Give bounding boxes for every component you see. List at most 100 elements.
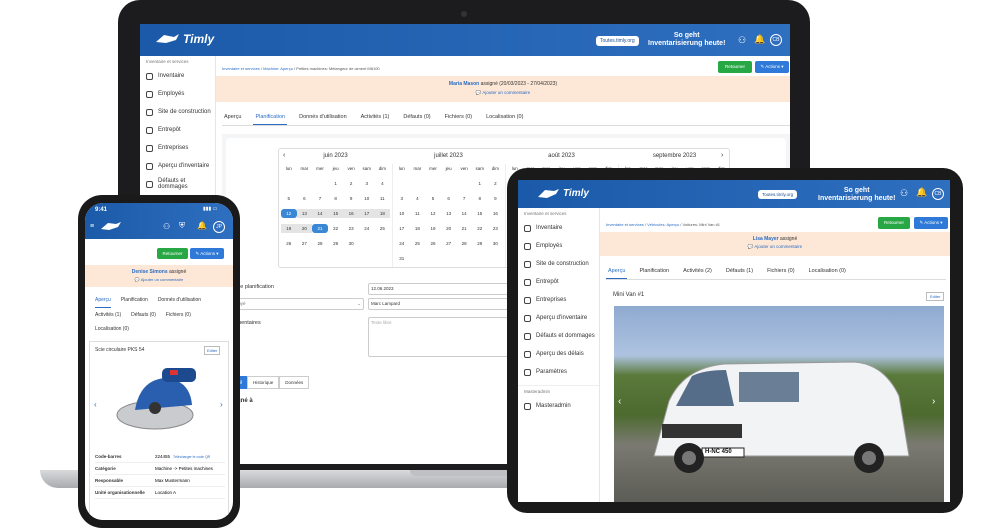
calendar-day[interactable]: 10 [359, 194, 375, 203]
sidebar-item[interactable]: Site de construction [140, 103, 215, 121]
avatar[interactable]: JP [213, 221, 225, 233]
calendar-day[interactable]: 11 [375, 194, 391, 203]
tools-button[interactable]: Toutes.timly.org [596, 36, 639, 46]
tab[interactable]: Planification [121, 293, 148, 307]
tab[interactable]: Activités (1) [95, 308, 121, 322]
tab[interactable]: Fichiers (0) [166, 308, 191, 322]
calendar-day[interactable]: 1 [328, 179, 344, 188]
edit-button[interactable]: Editer [926, 292, 945, 301]
calendar-day[interactable]: 2 [343, 179, 359, 188]
calendar-day[interactable]: 19 [281, 224, 297, 233]
calendar-day[interactable]: 27 [441, 239, 457, 248]
calendar-day[interactable]: 29 [472, 239, 488, 248]
tab[interactable]: Défauts (0) [401, 110, 432, 125]
calendar-day[interactable]: 12 [425, 209, 441, 218]
bell-icon[interactable]: 🔔 [754, 34, 765, 45]
sidebar-item[interactable]: Entreprises [140, 139, 215, 157]
calendar-day[interactable]: 11 [410, 209, 426, 218]
return-button[interactable]: Retourner [718, 61, 752, 73]
logo[interactable]: Timly [536, 187, 589, 200]
calendar-day[interactable]: 9 [488, 194, 504, 203]
crumb-2[interactable]: Véhicules: Aperçu [647, 222, 679, 227]
calendar-day[interactable]: 10 [394, 209, 410, 218]
sidebar-item[interactable]: Masteradmin [518, 397, 599, 415]
calendar-day[interactable]: 30 [488, 239, 504, 248]
calendar-day[interactable]: 25 [410, 239, 426, 248]
calendar-day[interactable]: 18 [374, 209, 391, 218]
calendar-day[interactable]: 7 [312, 194, 328, 203]
employee-value[interactable]: Marc Lampard [368, 298, 508, 310]
calendar-day[interactable]: 15 [472, 209, 488, 218]
tab[interactable]: Planification [637, 264, 671, 279]
tab[interactable]: Fichiers (0) [765, 264, 797, 279]
subtab-history[interactable]: Historique [247, 376, 280, 389]
calendar-day[interactable]: 22 [328, 224, 344, 233]
sidebar-item[interactable]: Aperçu des délais [518, 345, 599, 363]
calendar-day[interactable]: 17 [358, 209, 375, 218]
calendar-day[interactable]: 24 [394, 239, 410, 248]
sidebar-item[interactable]: Aperçu d'inventaire [518, 309, 599, 327]
calendar-day[interactable]: 14 [312, 209, 328, 218]
assignee-name[interactable]: Denise Simons [132, 269, 168, 275]
calendar-day[interactable]: 21 [312, 224, 328, 233]
bell-icon[interactable]: 🔔 [916, 187, 927, 198]
bell-icon[interactable]: 🔔 [197, 221, 207, 230]
calendar-day[interactable]: 8 [472, 194, 488, 203]
calendar-day[interactable]: 16 [488, 209, 504, 218]
actions-button[interactable]: ✎ Actions ▾ [755, 61, 789, 73]
calendar-day[interactable]: 5 [425, 194, 441, 203]
tab[interactable]: Activités (2) [681, 264, 714, 279]
calendar-day[interactable]: 2 [488, 179, 504, 188]
sidebar-item[interactable]: Paramètres [518, 363, 599, 381]
assignee-name[interactable]: Lisa Mayer [753, 236, 779, 242]
assignee-name[interactable]: Maria Mason [449, 81, 479, 87]
calendar-day[interactable]: 21 [456, 224, 472, 233]
calendar-day[interactable]: 3 [394, 194, 410, 203]
calendar-day[interactable]: 8 [328, 194, 344, 203]
employee-select[interactable]: mployé⌄ [228, 298, 364, 310]
tab[interactable]: Défauts (0) [131, 308, 156, 322]
calendar-day[interactable]: 14 [456, 209, 472, 218]
calendar-day[interactable]: 23 [343, 224, 359, 233]
prev-image-icon[interactable]: ‹ [618, 396, 621, 407]
return-button[interactable]: Retourner [157, 248, 188, 259]
subtab-data[interactable]: Données [279, 376, 310, 389]
tab[interactable]: Activités (1) [359, 110, 392, 125]
tab[interactable]: Localisation (0) [807, 264, 848, 279]
crumb-2[interactable]: Machine: Aperçu [263, 66, 293, 71]
tab[interactable]: Aperçu [222, 110, 243, 125]
calendar-day[interactable]: 6 [441, 194, 457, 203]
logo-icon[interactable] [99, 220, 123, 232]
calendar-day[interactable]: 27 [297, 239, 313, 248]
people-icon[interactable]: ⚇ [738, 35, 746, 46]
sidebar-item[interactable]: Défauts et dommages [518, 327, 599, 345]
sidebar-item[interactable]: Site de construction [518, 255, 599, 273]
calendar-day[interactable]: 15 [327, 209, 344, 218]
comments-textarea[interactable]: Texte libre [368, 317, 508, 357]
calendar-day[interactable]: 13 [296, 209, 313, 218]
calendar-day[interactable]: 16 [343, 209, 359, 218]
calendar-day[interactable]: 4 [375, 179, 391, 188]
prev-image-icon[interactable]: ‹ [94, 400, 97, 409]
calendar-day[interactable]: 25 [375, 224, 391, 233]
sidebar-item[interactable]: Inventaire [518, 219, 599, 237]
sidebar-item[interactable]: Entrepôt [518, 273, 599, 291]
shield-icon[interactable]: ⛨ [179, 221, 185, 231]
calendar-day[interactable]: 24 [359, 224, 375, 233]
calendar-day[interactable]: 23 [488, 224, 504, 233]
sidebar-item[interactable]: Employés [140, 85, 215, 103]
calendar-day[interactable]: 19 [425, 224, 441, 233]
calendar-day[interactable]: 26 [425, 239, 441, 248]
tab[interactable]: Donnés d'utilisation [297, 110, 349, 125]
calendar-day[interactable]: 3 [359, 179, 375, 188]
sidebar-item[interactable]: Inventaire [140, 67, 215, 85]
tab[interactable]: Fichiers (0) [443, 110, 475, 125]
return-button[interactable]: Retourner [878, 217, 910, 229]
calendar-day[interactable]: 31 [394, 254, 410, 263]
actions-button[interactable]: ✎ Actions ▾ [914, 217, 948, 229]
logo[interactable]: Timly [154, 32, 214, 46]
next-image-icon[interactable]: › [220, 400, 223, 409]
tab[interactable]: Aperçu [95, 293, 111, 308]
qr-download-link[interactable]: Télécharger le code QR [173, 455, 210, 459]
calendar-day[interactable]: 7 [456, 194, 472, 203]
